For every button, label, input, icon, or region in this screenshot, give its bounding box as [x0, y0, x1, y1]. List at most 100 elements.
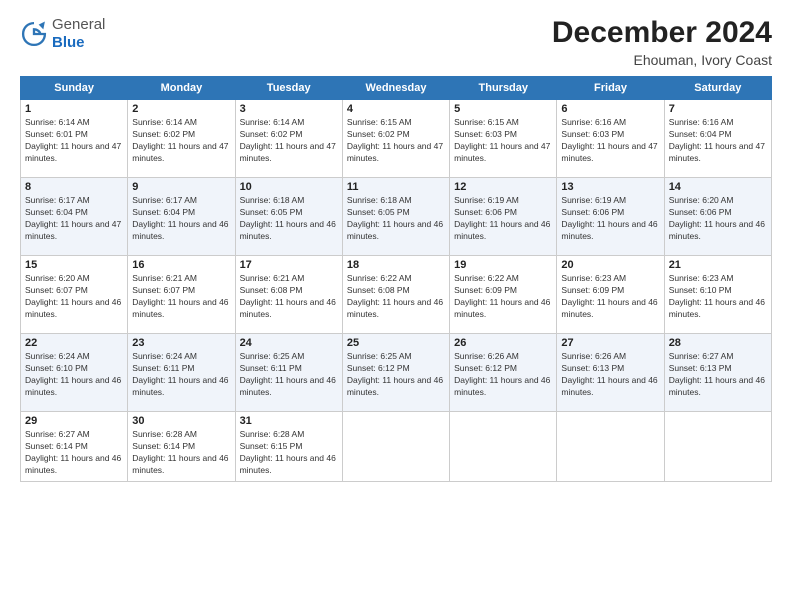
calendar-cell: 14Sunrise: 6:20 AMSunset: 6:06 PMDayligh…	[664, 178, 771, 256]
day-number: 30	[132, 415, 230, 427]
day-number: 5	[454, 103, 552, 115]
logo-blue: Blue	[52, 34, 85, 51]
calendar-week-3: 15Sunrise: 6:20 AMSunset: 6:07 PMDayligh…	[21, 256, 772, 334]
day-number: 31	[240, 415, 338, 427]
calendar-cell: 13 Sunrise: 6:19 AMSunset: 6:06 PMDayligh…	[557, 178, 664, 256]
calendar-cell: 16 Sunrise: 6:21 AMSunset: 6:07 PMDayligh…	[128, 256, 235, 334]
day-number: 2	[132, 103, 230, 115]
day-info: Sunrise: 6:26 AMSunset: 6:12 PMDaylight:…	[454, 351, 552, 399]
logo-text: General Blue	[52, 16, 105, 52]
calendar-cell: 23Sunrise: 6:24 AMSunset: 6:11 PMDayligh…	[128, 334, 235, 412]
calendar-header-saturday: Saturday	[664, 77, 771, 100]
day-number: 23	[132, 337, 230, 349]
header: General Blue December 2024 Ehouman, Ivor…	[20, 16, 772, 68]
calendar-cell: 6 Sunrise: 6:16 AMSunset: 6:03 PMDaylight…	[557, 100, 664, 178]
calendar-cell	[450, 412, 557, 482]
day-number: 17	[240, 259, 338, 271]
calendar-cell: 3 Sunrise: 6:14 AMSunset: 6:02 PMDaylight…	[235, 100, 342, 178]
calendar-cell	[557, 412, 664, 482]
day-number: 7	[669, 103, 767, 115]
logo: General Blue	[20, 16, 105, 52]
day-number: 29	[25, 415, 123, 427]
day-info: Sunrise: 6:17 AMSunset: 6:04 PMDaylight:…	[25, 195, 123, 243]
day-info: Sunrise: 6:18 AMSunset: 6:05 PMDaylight:…	[347, 195, 445, 243]
day-info: Sunrise: 6:27 AMSunset: 6:14 PMDaylight:…	[25, 429, 123, 477]
calendar-cell: 22 Sunrise: 6:24 AMSunset: 6:10 PMDayligh…	[21, 334, 128, 412]
calendar-header-wednesday: Wednesday	[342, 77, 449, 100]
day-info: Sunrise: 6:16 AMSunset: 6:03 PMDaylight:…	[561, 117, 659, 165]
day-info: Sunrise: 6:17 AMSunset: 6:04 PMDaylight:…	[132, 195, 230, 243]
calendar-cell: 28 Sunrise: 6:27 AMSunset: 6:13 PMDayligh…	[664, 334, 771, 412]
day-number: 28	[669, 337, 767, 349]
logo-general: General	[52, 16, 105, 33]
day-info: Sunrise: 6:19 AMSunset: 6:06 PMDaylight:…	[561, 195, 659, 243]
calendar-cell: 26 Sunrise: 6:26 AMSunset: 6:12 PMDayligh…	[450, 334, 557, 412]
day-info: Sunrise: 6:24 AMSunset: 6:10 PMDaylight:…	[25, 351, 123, 399]
calendar-cell: 18Sunrise: 6:22 AMSunset: 6:08 PMDayligh…	[342, 256, 449, 334]
calendar-cell: 20Sunrise: 6:23 AMSunset: 6:09 PMDayligh…	[557, 256, 664, 334]
calendar-cell: 7 Sunrise: 6:16 AMSunset: 6:04 PMDaylight…	[664, 100, 771, 178]
calendar-cell: 8 Sunrise: 6:17 AMSunset: 6:04 PMDaylight…	[21, 178, 128, 256]
day-number: 26	[454, 337, 552, 349]
day-info: Sunrise: 6:20 AMSunset: 6:06 PMDaylight:…	[669, 195, 767, 243]
calendar-cell: 5 Sunrise: 6:15 AMSunset: 6:03 PMDaylight…	[450, 100, 557, 178]
day-number: 4	[347, 103, 445, 115]
day-number: 16	[132, 259, 230, 271]
calendar-cell: 10 Sunrise: 6:18 AMSunset: 6:05 PMDayligh…	[235, 178, 342, 256]
day-number: 27	[561, 337, 659, 349]
calendar-header-sunday: Sunday	[21, 77, 128, 100]
calendar-cell: 1 Sunrise: 6:14 AMSunset: 6:01 PMDaylight…	[21, 100, 128, 178]
calendar-cell: 12Sunrise: 6:19 AMSunset: 6:06 PMDayligh…	[450, 178, 557, 256]
calendar-cell: 9Sunrise: 6:17 AMSunset: 6:04 PMDaylight…	[128, 178, 235, 256]
day-number: 11	[347, 181, 445, 193]
day-number: 15	[25, 259, 123, 271]
day-info: Sunrise: 6:14 AMSunset: 6:01 PMDaylight:…	[25, 117, 123, 165]
location: Ehouman, Ivory Coast	[552, 52, 772, 68]
calendar-cell: 30 Sunrise: 6:28 AMSunset: 6:14 PMDayligh…	[128, 412, 235, 482]
day-number: 8	[25, 181, 123, 193]
calendar-cell: 21Sunrise: 6:23 AMSunset: 6:10 PMDayligh…	[664, 256, 771, 334]
calendar-cell	[664, 412, 771, 482]
day-info: Sunrise: 6:14 AMSunset: 6:02 PMDaylight:…	[132, 117, 230, 165]
day-number: 22	[25, 337, 123, 349]
day-number: 25	[347, 337, 445, 349]
day-info: Sunrise: 6:27 AMSunset: 6:13 PMDaylight:…	[669, 351, 767, 399]
calendar-cell: 31 Sunrise: 6:28 AMSunset: 6:15 PMDayligh…	[235, 412, 342, 482]
day-info: Sunrise: 6:14 AMSunset: 6:02 PMDaylight:…	[240, 117, 338, 165]
day-info: Sunrise: 6:22 AMSunset: 6:09 PMDaylight:…	[454, 273, 552, 321]
day-number: 1	[25, 103, 123, 115]
calendar-cell: 19Sunrise: 6:22 AMSunset: 6:09 PMDayligh…	[450, 256, 557, 334]
day-number: 10	[240, 181, 338, 193]
day-info: Sunrise: 6:15 AMSunset: 6:03 PMDaylight:…	[454, 117, 552, 165]
day-number: 3	[240, 103, 338, 115]
day-info: Sunrise: 6:25 AMSunset: 6:12 PMDaylight:…	[347, 351, 445, 399]
day-info: Sunrise: 6:16 AMSunset: 6:04 PMDaylight:…	[669, 117, 767, 165]
calendar-cell: 29 Sunrise: 6:27 AMSunset: 6:14 PMDayligh…	[21, 412, 128, 482]
calendar-cell: 15Sunrise: 6:20 AMSunset: 6:07 PMDayligh…	[21, 256, 128, 334]
day-number: 21	[669, 259, 767, 271]
day-number: 20	[561, 259, 659, 271]
calendar-cell: 25 Sunrise: 6:25 AMSunset: 6:12 PMDayligh…	[342, 334, 449, 412]
calendar-cell: 11 Sunrise: 6:18 AMSunset: 6:05 PMDayligh…	[342, 178, 449, 256]
day-number: 18	[347, 259, 445, 271]
calendar-cell: 17Sunrise: 6:21 AMSunset: 6:08 PMDayligh…	[235, 256, 342, 334]
calendar-week-5: 29 Sunrise: 6:27 AMSunset: 6:14 PMDayligh…	[21, 412, 772, 482]
day-info: Sunrise: 6:28 AMSunset: 6:15 PMDaylight:…	[240, 429, 338, 477]
day-info: Sunrise: 6:28 AMSunset: 6:14 PMDaylight:…	[132, 429, 230, 477]
calendar-week-4: 22 Sunrise: 6:24 AMSunset: 6:10 PMDayligh…	[21, 334, 772, 412]
day-info: Sunrise: 6:26 AMSunset: 6:13 PMDaylight:…	[561, 351, 659, 399]
calendar-header-thursday: Thursday	[450, 77, 557, 100]
day-number: 6	[561, 103, 659, 115]
day-number: 13	[561, 181, 659, 193]
day-info: Sunrise: 6:18 AMSunset: 6:05 PMDaylight:…	[240, 195, 338, 243]
day-info: Sunrise: 6:21 AMSunset: 6:07 PMDaylight:…	[132, 273, 230, 321]
day-info: Sunrise: 6:25 AMSunset: 6:11 PMDaylight:…	[240, 351, 338, 399]
calendar-cell: 24Sunrise: 6:25 AMSunset: 6:11 PMDayligh…	[235, 334, 342, 412]
calendar-week-1: 1 Sunrise: 6:14 AMSunset: 6:01 PMDaylight…	[21, 100, 772, 178]
calendar: SundayMondayTuesdayWednesdayThursdayFrid…	[20, 76, 772, 482]
day-info: Sunrise: 6:15 AMSunset: 6:02 PMDaylight:…	[347, 117, 445, 165]
calendar-cell	[342, 412, 449, 482]
calendar-cell: 4 Sunrise: 6:15 AMSunset: 6:02 PMDaylight…	[342, 100, 449, 178]
title-block: December 2024 Ehouman, Ivory Coast	[552, 16, 772, 68]
calendar-cell: 2 Sunrise: 6:14 AMSunset: 6:02 PMDaylight…	[128, 100, 235, 178]
